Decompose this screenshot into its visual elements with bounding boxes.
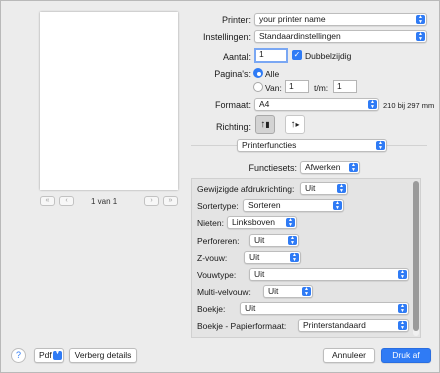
two-sided-checkbox[interactable]: ✓ — [292, 50, 302, 60]
pages-to-label: t/m: — [314, 83, 329, 93]
feature-settings-panel: Gewijzigde afdrukrichting: Uit ▲ ▼ Sorter… — [191, 178, 421, 338]
hide-details-button[interactable]: Verberg details — [69, 348, 137, 363]
feature-label: Sortertype: — [197, 201, 239, 211]
popup-arrows-icon: ▲ ▼ — [349, 163, 358, 172]
feature-value: Sorteren — [248, 200, 281, 210]
chevron-down-icon: ▼ — [53, 351, 62, 360]
feature-popup[interactable]: Uit ▲ ▼ — [240, 302, 409, 315]
feature-sets-value: Afwerken — [305, 162, 341, 172]
feature-label: Gewijzigde afdrukrichting: — [197, 184, 295, 194]
presets-label: Instellingen: — [202, 32, 251, 42]
feature-popup[interactable]: Uit ▲ ▼ — [249, 268, 409, 281]
pages-all-label: Alle — [265, 69, 280, 79]
person-lying-icon: ▸ — [295, 120, 300, 129]
print-button[interactable]: Druk af — [381, 348, 431, 363]
copies-label: Aantal: — [222, 52, 251, 62]
feature-popup[interactable]: Linksboven ▲ ▼ — [227, 216, 297, 229]
next-page-button[interactable]: › — [144, 196, 159, 206]
two-sided-label: Dubbelzijdig — [305, 51, 352, 61]
presets-value: Standaardinstellingen — [259, 31, 341, 41]
feature-label: Nieten: — [197, 218, 224, 228]
feature-sets-popup[interactable]: Afwerken ▲ ▼ — [300, 161, 360, 174]
popup-arrows-icon: ▲ ▼ — [416, 15, 425, 24]
paper-dimensions: 210 bij 297 mm — [383, 101, 435, 110]
feature-value: Uit — [249, 252, 260, 262]
printer-value: your printer name — [259, 14, 326, 24]
popup-arrows-icon: ▲ ▼ — [368, 100, 377, 109]
last-page-button[interactable]: » — [163, 196, 178, 206]
orientation-label: Richting: — [215, 122, 251, 132]
presets-popup[interactable]: Standaardinstellingen ▲ ▼ — [254, 30, 427, 43]
portrait-orientation-button[interactable]: ↑▮ — [255, 115, 275, 134]
feature-popup[interactable]: Uit ▲ ▼ — [244, 251, 301, 264]
popup-arrows-icon: ▲ ▼ — [398, 321, 407, 330]
printer-label: Printer: — [221, 15, 251, 25]
popup-arrows-icon: ▲ ▼ — [376, 141, 385, 150]
paper-size-value: A4 — [259, 99, 270, 109]
cancel-button[interactable]: Annuleer — [323, 348, 375, 363]
pages-range-radio[interactable] — [253, 82, 263, 92]
person-icon: ▮ — [265, 120, 270, 129]
popup-arrows-icon: ▲ ▼ — [290, 253, 299, 262]
page-preview — [40, 12, 178, 190]
popup-arrows-icon: ▲ ▼ — [416, 32, 425, 41]
section-popup[interactable]: Printerfuncties ▲ ▼ — [237, 139, 387, 152]
feature-label: Perforeren: — [197, 236, 240, 246]
feature-label: Multi-velvouw: — [197, 287, 251, 297]
feature-value: Uit — [254, 269, 265, 279]
feature-value: Uit — [305, 183, 316, 193]
section-value: Printerfuncties — [242, 140, 297, 150]
feature-popup[interactable]: Uit ▲ ▼ — [263, 285, 313, 298]
feature-popup[interactable]: Printerstandaard ▲ ▼ — [298, 319, 409, 332]
feature-value: Linksboven — [232, 217, 276, 227]
help-button[interactable]: ? — [11, 348, 26, 363]
feature-label: Boekje: — [197, 304, 226, 314]
paper-size-label: Formaat: — [214, 100, 251, 110]
feature-value: Uit — [254, 235, 265, 245]
pages-to-field[interactable]: 1 — [333, 80, 357, 93]
copies-field[interactable]: 1 — [254, 48, 288, 63]
popup-arrows-icon: ▲ ▼ — [398, 304, 407, 313]
feature-popup[interactable]: Uit ▲ ▼ — [249, 234, 299, 247]
pages-label: Pagina's: — [214, 69, 251, 79]
printer-popup[interactable]: your printer name ▲ ▼ — [254, 13, 427, 26]
popup-arrows-icon: ▲ ▼ — [333, 201, 342, 210]
feature-value: Uit — [268, 286, 279, 296]
popup-arrows-icon: ▲ ▼ — [302, 287, 311, 296]
pages-from-field[interactable]: 1 — [285, 80, 309, 93]
popup-arrows-icon: ▲ ▼ — [288, 236, 297, 245]
popup-arrows-icon: ▲ ▼ — [337, 184, 346, 193]
previous-page-button[interactable]: ‹ — [59, 196, 74, 206]
popup-arrows-icon: ▲ ▼ — [398, 270, 407, 279]
first-page-button[interactable]: « — [40, 196, 55, 206]
pages-all-radio[interactable] — [253, 68, 263, 78]
pdf-menu-button[interactable]: Pdf ▼ — [34, 348, 64, 363]
pages-from-label: Van: — [265, 83, 282, 93]
feature-value: Printerstandaard — [303, 320, 366, 330]
feature-label: Vouwtype: — [197, 270, 237, 280]
feature-popup[interactable]: Sorteren ▲ ▼ — [243, 199, 344, 212]
scrollbar-thumb[interactable] — [413, 181, 419, 331]
popup-arrows-icon: ▲ ▼ — [286, 218, 295, 227]
feature-label: Z-vouw: — [197, 253, 228, 263]
paper-size-popup[interactable]: A4 ▲ ▼ — [254, 98, 379, 111]
feature-popup[interactable]: Uit ▲ ▼ — [300, 182, 348, 195]
feature-sets-label: Functiesets: — [248, 163, 297, 173]
page-indicator: 1 van 1 — [91, 197, 118, 206]
pdf-label: Pdf — [39, 350, 52, 360]
feature-value: Uit — [245, 303, 256, 313]
feature-label: Boekje - Papierformaat: — [197, 321, 287, 331]
landscape-orientation-button[interactable]: ↑▸ — [285, 115, 305, 134]
print-dialog: « ‹ 1 van 1 › » Printer: your printer na… — [0, 0, 440, 373]
